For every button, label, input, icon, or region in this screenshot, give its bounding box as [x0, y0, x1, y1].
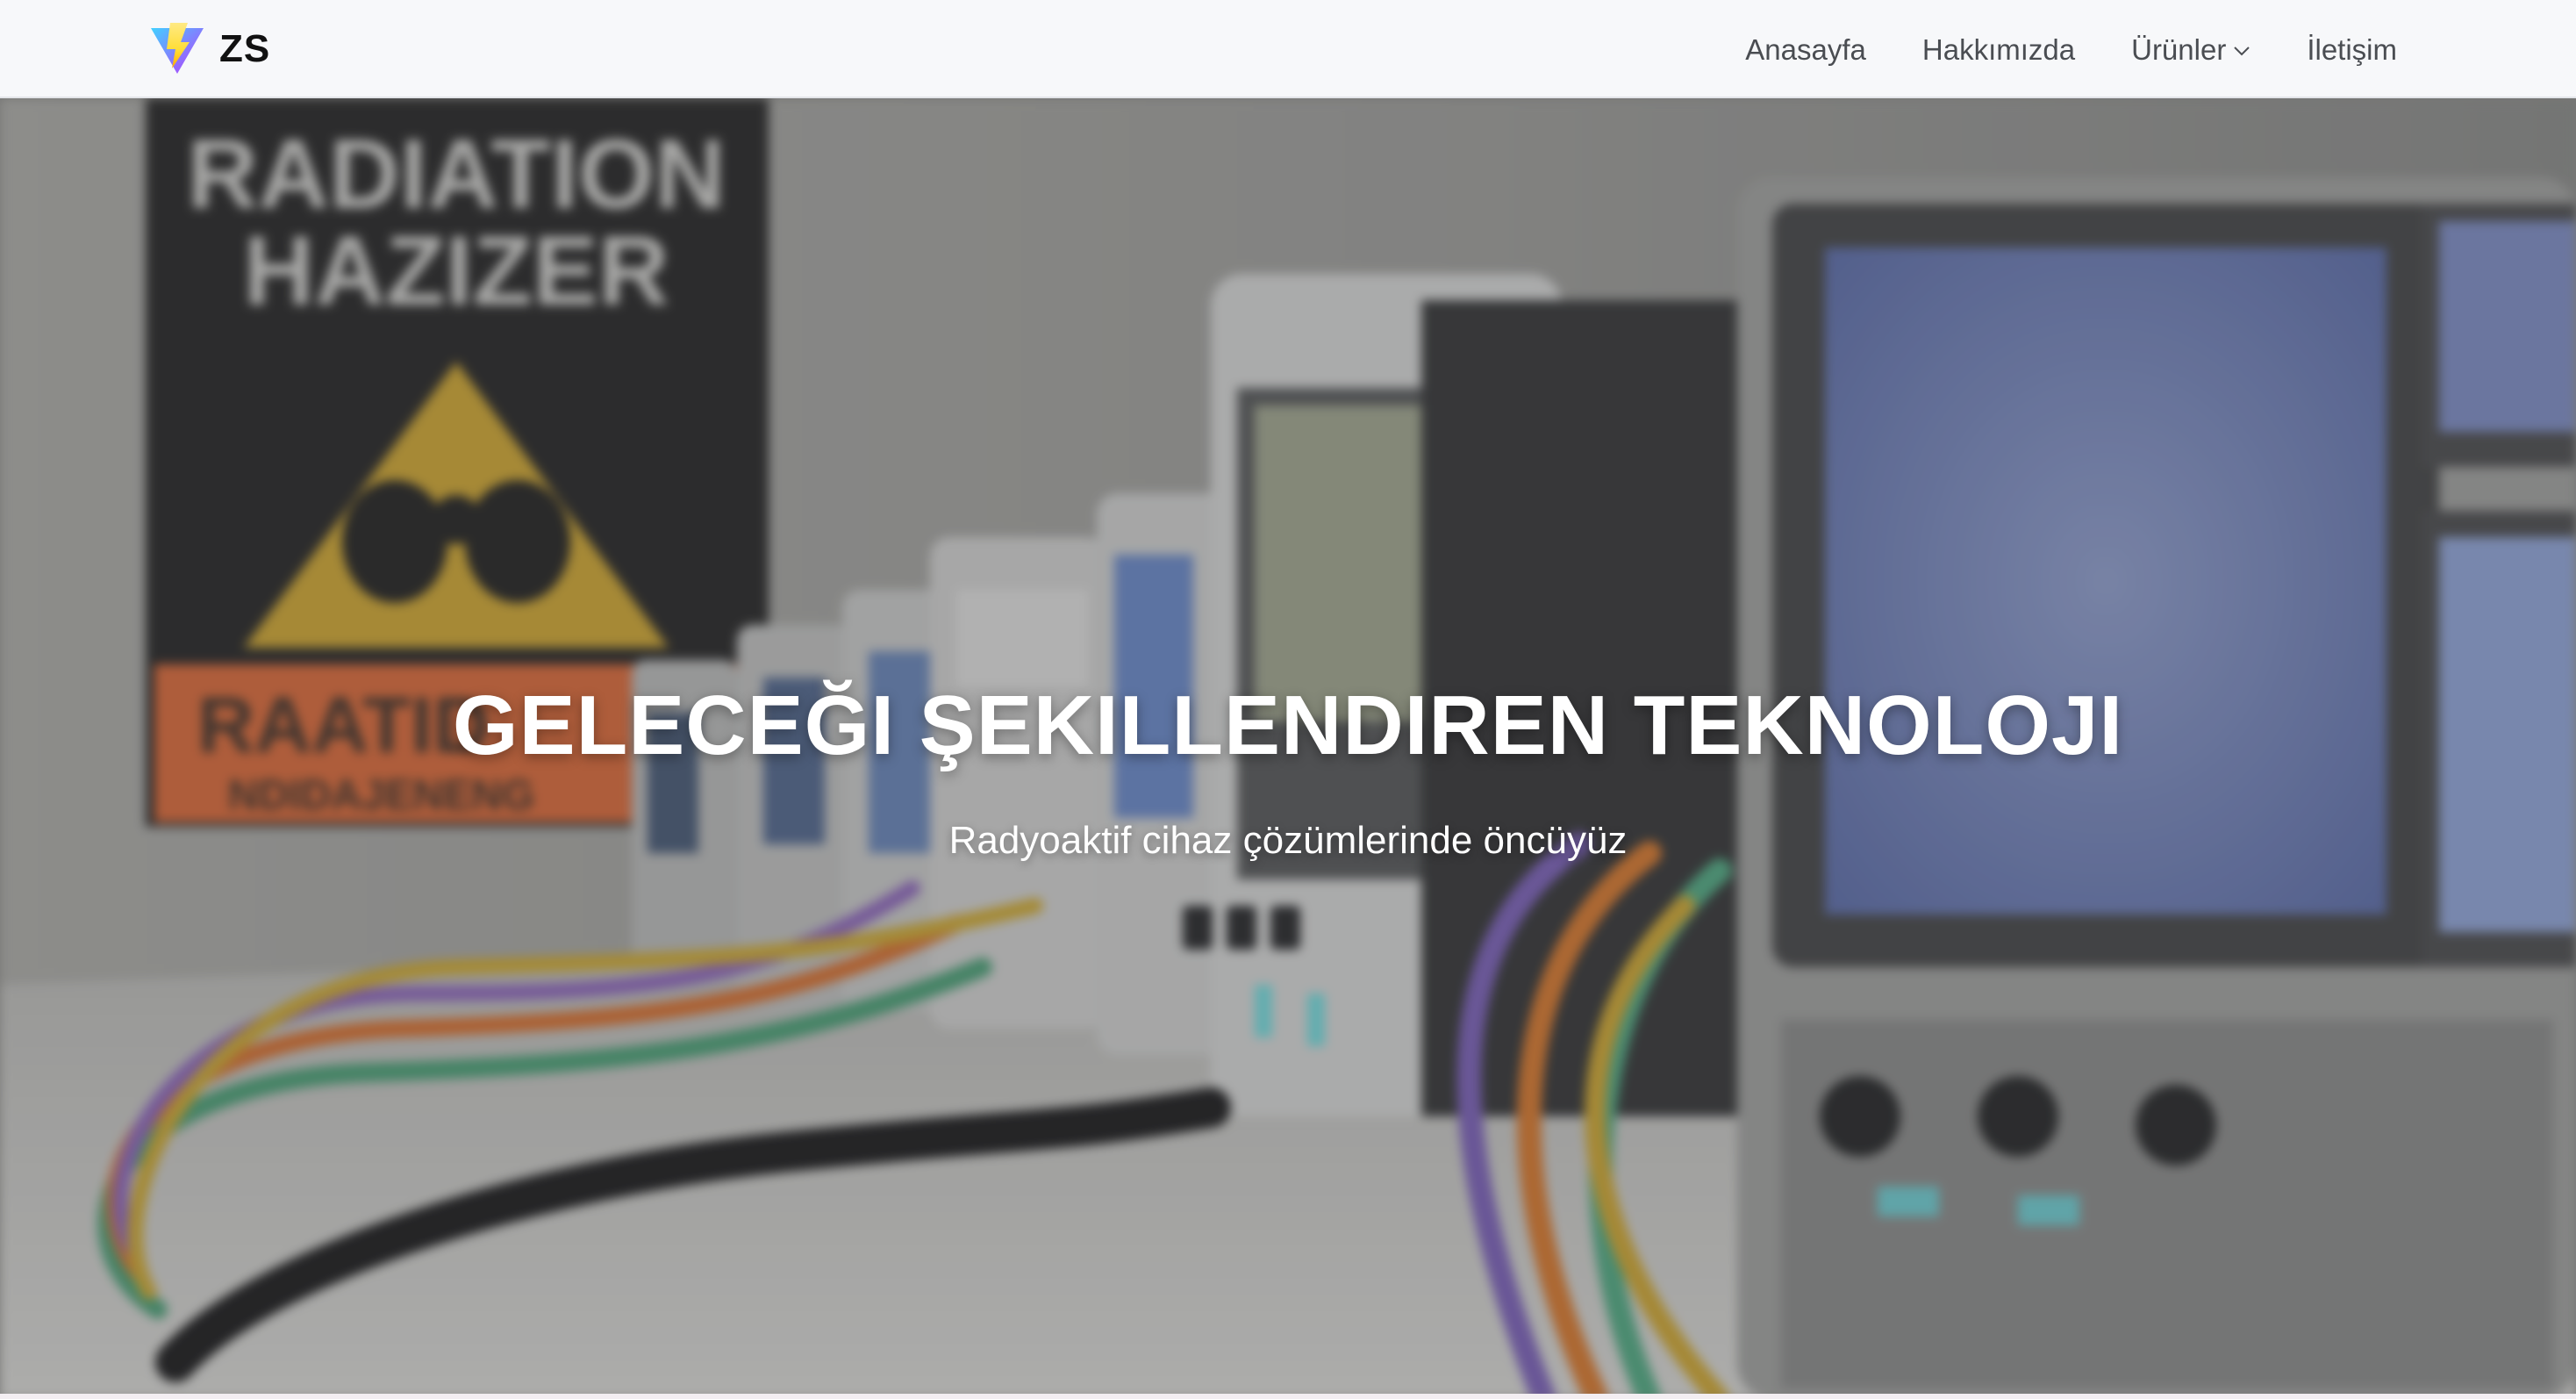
nav-link-about[interactable]: Hakkımızda [1922, 35, 2075, 64]
chevron-down-icon [2234, 47, 2250, 56]
brand-name: ZS [219, 27, 271, 70]
page-bottom-strip [0, 1394, 2576, 1399]
hero-content: GELECEĞI ŞEKILLENDIREN TEKNOLOJI Radyoak… [0, 678, 2576, 865]
brand-home-link[interactable]: ZS [149, 21, 270, 77]
top-navbar: ZS Anasayfa Hakkımızda Ürünler İletişim [0, 0, 2576, 98]
nav-dropdown-products[interactable]: Ürünler [2131, 35, 2250, 64]
hero-title: GELECEĞI ŞEKILLENDIREN TEKNOLOJI [452, 678, 2124, 772]
hero-subtitle: Radyoaktif cihaz çözümlerinde öncüyüz [948, 819, 1628, 863]
lightning-logo-icon [151, 23, 204, 74]
hero-section: RADIATION HAZIZER RAATID NDIDAJENENG GEL… [0, 98, 2576, 1399]
nav-link-contact[interactable]: İletişim [2307, 35, 2397, 64]
nav-link-home[interactable]: Anasayfa [1745, 35, 1866, 64]
nav-link-products-label: Ürünler [2131, 32, 2227, 66]
main-nav: Anasayfa Hakkımızda Ürünler İletişim [1745, 0, 2397, 98]
